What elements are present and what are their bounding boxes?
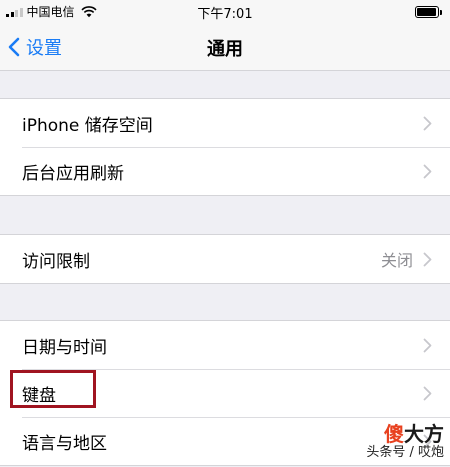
settings-row-iphone-storage[interactable]: iPhone 储存空间 bbox=[0, 99, 450, 147]
watermark-subtitle: 头条号 / 哎炮 bbox=[366, 445, 444, 461]
settings-row-restrictions[interactable]: 访问限制 关闭 bbox=[0, 235, 450, 283]
row-label: 日期与时间 bbox=[22, 337, 107, 358]
status-time: 下午7:01 bbox=[197, 7, 253, 22]
page-title: 通用 bbox=[207, 39, 243, 60]
row-label: 访问限制 bbox=[22, 251, 90, 272]
chevron-right-icon bbox=[423, 338, 432, 352]
settings-group-storage: iPhone 储存空间 后台应用刷新 bbox=[0, 98, 450, 196]
watermark: 傻大方 头条号 / 哎炮 bbox=[366, 423, 444, 461]
settings-group-restrictions: 访问限制 关闭 bbox=[0, 234, 450, 284]
keyboard-highlight-box bbox=[10, 370, 96, 408]
status-bar: 中国电信 下午7:01 bbox=[0, 0, 450, 24]
settings-row-background-refresh[interactable]: 后台应用刷新 bbox=[0, 147, 450, 195]
row-value: 关闭 bbox=[380, 251, 413, 270]
chevron-right-icon bbox=[423, 252, 432, 266]
settings-row-date-time[interactable]: 日期与时间 bbox=[0, 321, 450, 369]
chevron-right-icon bbox=[423, 116, 432, 130]
watermark-brand-part2: 大方 bbox=[404, 422, 444, 447]
chevron-right-icon bbox=[423, 386, 432, 400]
watermark-brand: 傻大方 bbox=[366, 423, 444, 446]
chevron-right-icon bbox=[423, 164, 432, 178]
row-label: 后台应用刷新 bbox=[22, 163, 124, 184]
row-label: iPhone 储存空间 bbox=[22, 115, 153, 136]
battery-icon bbox=[415, 6, 442, 18]
navigation-bar: 设置 通用 bbox=[0, 24, 450, 71]
row-label: 语言与地区 bbox=[22, 433, 107, 454]
watermark-brand-part1: 傻 bbox=[384, 422, 404, 447]
